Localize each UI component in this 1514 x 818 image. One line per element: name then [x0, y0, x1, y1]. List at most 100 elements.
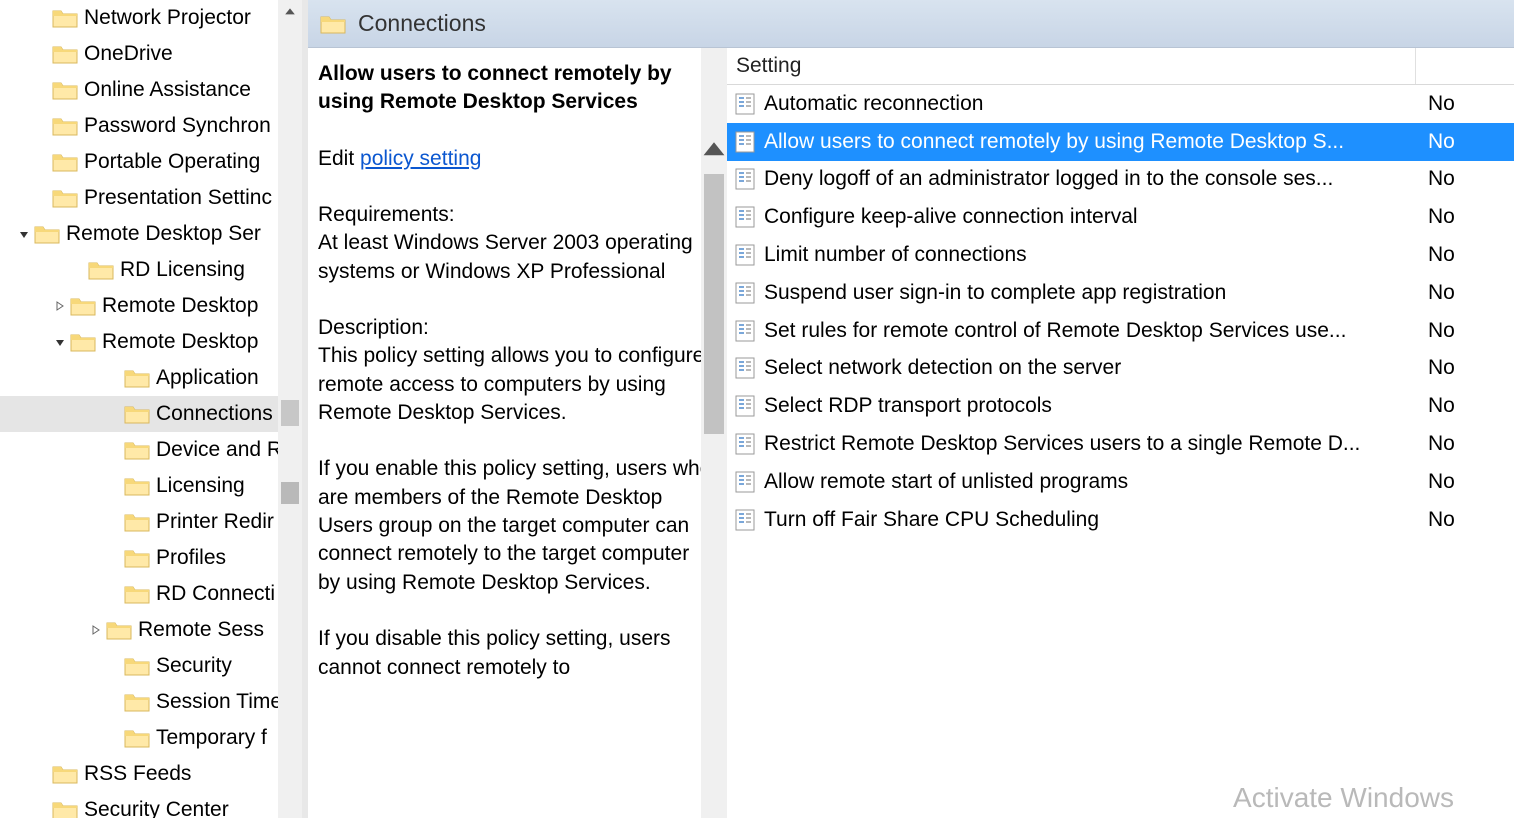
folder-icon: [52, 799, 78, 818]
folder-icon: [124, 727, 150, 749]
tree-item-label: RD Licensing: [120, 258, 245, 282]
tree-item[interactable]: Licensing: [0, 468, 302, 504]
setting-state: No: [1416, 281, 1514, 305]
folder-icon: [124, 367, 150, 389]
tree-item[interactable]: OneDrive: [0, 36, 302, 72]
tree-item[interactable]: Device and R: [0, 432, 302, 468]
tree-scrollbar[interactable]: [278, 0, 302, 818]
tree-item-label: Portable Operating: [84, 150, 260, 174]
tree-item[interactable]: Password Synchron: [0, 108, 302, 144]
tree-item[interactable]: Connections: [0, 396, 302, 432]
tree-item[interactable]: RD Connecti: [0, 576, 302, 612]
settings-row[interactable]: Suspend user sign-in to complete app reg…: [726, 274, 1514, 312]
tree-item-label: RSS Feeds: [84, 762, 191, 786]
edit-prefix: Edit: [318, 147, 360, 170]
requirements-heading: Requirements:: [318, 203, 455, 226]
list-column-header[interactable]: Setting: [726, 48, 1514, 85]
tree-item-label: Connections: [156, 402, 273, 426]
settings-row[interactable]: Configure keep-alive connection interval…: [726, 198, 1514, 236]
chevron-down-icon[interactable]: [16, 226, 32, 242]
folder-icon: [124, 511, 150, 533]
tree-item[interactable]: Online Assistance: [0, 72, 302, 108]
tree-item[interactable]: Session Time: [0, 684, 302, 720]
tree-item-label: Application: [156, 366, 259, 390]
settings-row[interactable]: Restrict Remote Desktop Services users t…: [726, 425, 1514, 463]
column-setting[interactable]: Setting: [726, 48, 1416, 84]
settings-row[interactable]: Allow remote start of unlisted programsN…: [726, 463, 1514, 501]
tree-item-label: Security Center: [84, 798, 229, 818]
settings-row[interactable]: Limit number of connections No: [726, 236, 1514, 274]
tree-item[interactable]: Portable Operating: [0, 144, 302, 180]
setting-icon: [734, 320, 756, 342]
folder-icon: [124, 691, 150, 713]
setting-icon: [734, 433, 756, 455]
tree-item[interactable]: Remote Sess: [0, 612, 302, 648]
tree-item[interactable]: Temporary f: [0, 720, 302, 756]
edit-policy-link[interactable]: policy setting: [360, 147, 481, 170]
settings-row[interactable]: Select RDP transport protocolsNo: [726, 387, 1514, 425]
setting-icon: [734, 131, 756, 153]
setting-state: No: [1416, 243, 1514, 267]
settings-row[interactable]: Set rules for remote control of Remote D…: [726, 312, 1514, 350]
tree-item[interactable]: Remote Desktop: [0, 324, 302, 360]
setting-icon: [734, 282, 756, 304]
folder-icon: [52, 79, 78, 101]
settings-row[interactable]: Turn off Fair Share CPU SchedulingNo: [726, 501, 1514, 539]
tree-item[interactable]: Network Projector: [0, 0, 302, 36]
folder-icon: [88, 259, 114, 281]
setting-label: Select network detection on the server: [764, 356, 1121, 380]
setting-state: No: [1416, 432, 1514, 456]
scroll-up-icon[interactable]: [701, 134, 727, 166]
setting-label: Limit number of connections: [764, 243, 1027, 267]
details-title: Connections: [358, 10, 486, 37]
chevron-right-icon[interactable]: [88, 622, 104, 638]
setting-icon: [734, 168, 756, 190]
description-text-2: If you enable this policy setting, users…: [318, 455, 716, 597]
tree-item[interactable]: Remote Desktop Ser: [0, 216, 302, 252]
tree-item[interactable]: Remote Desktop: [0, 288, 302, 324]
settings-row[interactable]: Select network detection on the serverNo: [726, 350, 1514, 388]
setting-label: Configure keep-alive connection interval: [764, 205, 1138, 229]
folder-icon: [70, 331, 96, 353]
scroll-up-icon[interactable]: [278, 0, 302, 24]
setting-label: Suspend user sign-in to complete app reg…: [764, 281, 1226, 305]
folder-icon: [52, 763, 78, 785]
requirements-block: Requirements: At least Windows Server 20…: [318, 201, 716, 286]
tree-item[interactable]: Security Center: [0, 792, 302, 818]
tree-item[interactable]: Presentation Settinc: [0, 180, 302, 216]
scrollbar-thumb[interactable]: [704, 174, 724, 434]
setting-label: Allow users to connect remotely by using…: [764, 130, 1344, 154]
scrollbar-thumb[interactable]: [281, 400, 299, 426]
folder-icon: [124, 475, 150, 497]
settings-row[interactable]: Allow users to connect remotely by using…: [726, 123, 1514, 161]
tree-view[interactable]: Network ProjectorOneDriveOnline Assistan…: [0, 0, 302, 818]
settings-row[interactable]: Deny logoff of an administrator logged i…: [726, 161, 1514, 199]
policy-title: Allow users to connect remotely by using…: [318, 60, 716, 117]
tree-item[interactable]: RSS Feeds: [0, 756, 302, 792]
settings-row[interactable]: Automatic reconnectionNo: [726, 85, 1514, 123]
setting-icon: [734, 357, 756, 379]
tree-item-label: Presentation Settinc: [84, 186, 272, 210]
chevron-right-icon[interactable]: [52, 298, 68, 314]
setting-icon: [734, 206, 756, 228]
tree-item[interactable]: Application: [0, 360, 302, 396]
details-scrollbar[interactable]: [701, 48, 727, 818]
description-block: Description: This policy setting allows …: [318, 314, 716, 427]
setting-label: Turn off Fair Share CPU Scheduling: [764, 508, 1099, 532]
scrollbar-thumb[interactable]: [281, 482, 299, 504]
setting-state: No: [1416, 130, 1514, 154]
tree-item[interactable]: Security: [0, 648, 302, 684]
setting-state: No: [1416, 319, 1514, 343]
tree-item[interactable]: Profiles: [0, 540, 302, 576]
setting-icon: [734, 244, 756, 266]
setting-state: No: [1416, 470, 1514, 494]
details-header: Connections: [308, 0, 726, 48]
tree-item[interactable]: Printer Redir: [0, 504, 302, 540]
tree-item-label: Profiles: [156, 546, 226, 570]
tree-item-label: Remote Desktop Ser: [66, 222, 261, 246]
folder-icon: [124, 583, 150, 605]
chevron-down-icon[interactable]: [52, 334, 68, 350]
tree-item[interactable]: RD Licensing: [0, 252, 302, 288]
tree-item-label: RD Connecti: [156, 582, 275, 606]
folder-icon: [52, 187, 78, 209]
